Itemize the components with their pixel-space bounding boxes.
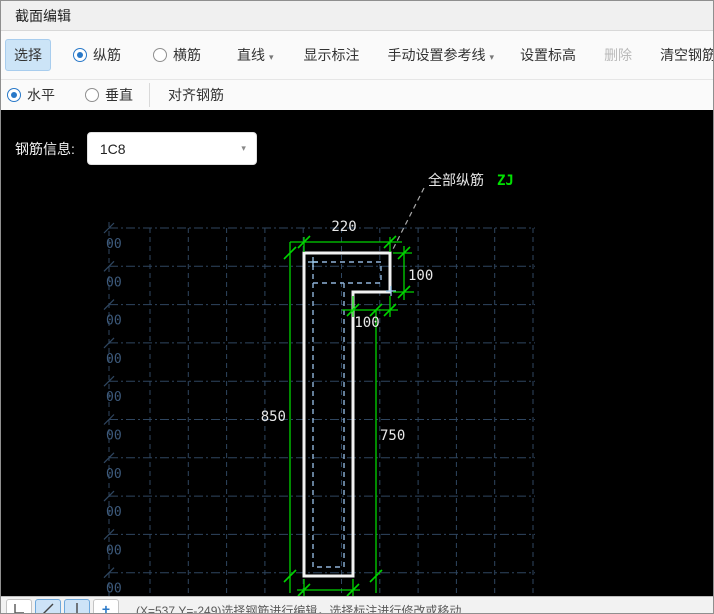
radio-horizontal[interactable]: 水平 [7, 85, 55, 105]
grid: 00 00 00 00 00 00 00 00 00 00 [103, 222, 535, 597]
vertical-line-icon [76, 603, 78, 613]
dim-top-width[interactable]: 220 [331, 219, 356, 235]
radio-dot-icon [85, 88, 99, 102]
section-drawing[interactable]: 00 00 00 00 00 00 00 00 00 00 220 100 100 850 750… [1, 110, 714, 597]
select-button-label: 选择 [14, 47, 42, 63]
axes-icon [14, 604, 24, 613]
grid-cell-label: 00 [106, 352, 122, 367]
rebar-info-dropdown[interactable]: 1C8 ▾ [86, 132, 257, 165]
chevron-down-icon: ▾ [489, 52, 495, 62]
align-rebar-label: 对齐钢筋 [168, 87, 224, 103]
radio-dot-icon [153, 48, 167, 62]
rebar-info-row: 钢筋信息: 1C8 ▾ [1, 132, 257, 165]
delete-button: 删除 [596, 40, 640, 70]
select-button[interactable]: 选择 [5, 39, 51, 71]
drawing-canvas[interactable]: 钢筋信息: 1C8 ▾ 00 00 00 00 00 00 00 00 00 00 [1, 110, 714, 597]
grid-cell-label: 00 [106, 582, 122, 597]
rebar-info-value: 1C8 [99, 140, 126, 157]
dim-stem-height[interactable]: 750 [380, 428, 405, 444]
dim-flange-height[interactable]: 100 [408, 268, 433, 284]
radio-dot-icon [73, 48, 87, 62]
diagonal-line-icon [43, 603, 54, 613]
rebar-dashed-path[interactable] [312, 261, 382, 568]
chevron-down-icon: ▾ [241, 143, 246, 153]
separator [149, 83, 150, 107]
rebar-annotation[interactable]: 全部纵筋 ZJ [391, 172, 514, 252]
grid-cell-label: 00 [106, 314, 122, 329]
window-title: 截面编辑 [15, 7, 71, 24]
grid-cell-label: 00 [106, 543, 122, 558]
section-outline[interactable] [302, 251, 392, 578]
annotation-tag[interactable]: ZJ [497, 173, 514, 189]
radio-vertical-label: 垂直 [105, 87, 133, 103]
rebar-info-label: 钢筋信息: [15, 140, 75, 157]
manual-ref-line-button[interactable]: 手动设置参考线 ▾ [380, 40, 503, 70]
grid-cell-label: 00 [106, 467, 122, 482]
add-snap-button[interactable]: + [93, 599, 119, 613]
align-rebar-button[interactable]: 对齐钢筋 [160, 80, 232, 110]
manual-ref-line-label: 手动设置参考线 [387, 47, 486, 63]
show-annotation-button[interactable]: 显示标注 [296, 40, 368, 70]
radio-longitudinal-label: 纵筋 [93, 47, 121, 63]
vertical-snap-button[interactable] [64, 599, 90, 613]
annotation-label[interactable]: 全部纵筋 [428, 172, 484, 188]
dim-step-width[interactable]: 100 [354, 315, 379, 331]
section-edit-window: 截面编辑 选择 纵筋 横筋 直线 ▾ 显示标注 手动设置参考线 ▾ 设置标高 删除 [0, 0, 714, 614]
grid-cell-label: 00 [106, 237, 122, 252]
status-bar: + (X=537,Y=-249)选择钢筋进行编辑，选择标注进行修改或移动 [1, 596, 713, 613]
status-text: (X=537,Y=-249)选择钢筋进行编辑，选择标注进行修改或移动 [136, 604, 462, 613]
radio-dot-icon [7, 88, 21, 102]
toolbar-orientation: 水平 垂直 对齐钢筋 [1, 79, 713, 110]
radio-vertical[interactable]: 垂直 [85, 85, 133, 105]
ortho-axes-button[interactable] [6, 599, 32, 613]
plus-icon: + [101, 601, 111, 613]
set-elevation-label: 设置标高 [520, 47, 577, 63]
delete-button-label: 删除 [604, 47, 633, 63]
line-tool-label: 直线 [237, 47, 265, 63]
show-annotation-label: 显示标注 [303, 47, 360, 63]
grid-cell-label: 00 [106, 390, 122, 405]
grid-cell-label: 00 [106, 429, 122, 444]
radio-longitudinal[interactable]: 纵筋 [73, 45, 121, 65]
radio-transverse-label: 横筋 [173, 47, 201, 63]
grid-cell-label: 00 [106, 505, 122, 520]
clear-rebar-label: 清空钢筋 [660, 47, 714, 63]
title-bar: 截面编辑 [1, 1, 713, 31]
grid-cell-label: 00 [106, 275, 122, 290]
chevron-down-icon: ▾ [269, 52, 274, 62]
set-elevation-button[interactable]: 设置标高 [512, 40, 584, 70]
line-tool-button[interactable]: 直线 ▾ [229, 40, 282, 70]
diagonal-snap-button[interactable] [35, 599, 61, 613]
toolbar-main: 选择 纵筋 横筋 直线 ▾ 显示标注 手动设置参考线 ▾ 设置标高 删除 清空钢筋 [1, 31, 713, 79]
clear-rebar-button[interactable]: 清空钢筋 [652, 40, 714, 70]
dim-total-height[interactable]: 850 [261, 409, 286, 425]
radio-transverse[interactable]: 横筋 [153, 45, 201, 65]
snap-marker-icon [308, 257, 396, 296]
radio-horizontal-label: 水平 [27, 87, 55, 103]
